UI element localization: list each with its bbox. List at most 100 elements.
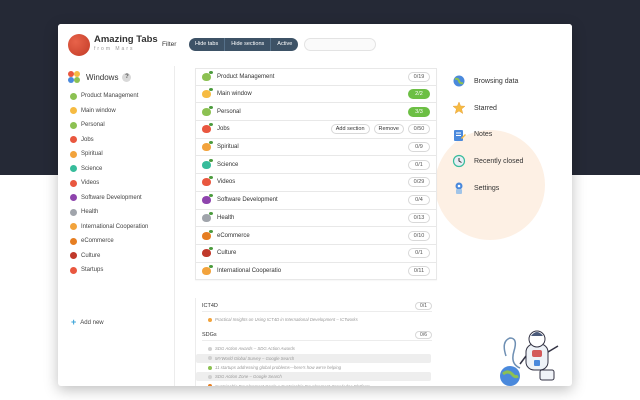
window-color-icon xyxy=(70,136,77,144)
window-fruit-icon xyxy=(202,105,213,116)
tab-count-badge: 0/1 xyxy=(408,248,430,259)
window-fruit-icon xyxy=(202,211,213,222)
window-row[interactable]: Personal 3/3 xyxy=(195,103,437,122)
tab-item[interactable]: MYWorld Global Survey – Google Search xyxy=(196,353,431,363)
menu-settings[interactable]: Settings xyxy=(452,175,562,202)
tab-count-badge: 0/50 xyxy=(408,124,430,135)
hide-tabs-button[interactable]: Hide tabs xyxy=(189,38,226,51)
help-icon[interactable]: ? xyxy=(122,72,132,82)
sidebar-item[interactable]: Videos xyxy=(70,176,148,191)
window-fruit-icon xyxy=(202,158,213,169)
tab-count-badge: 0/29 xyxy=(408,177,430,188)
sidebar-item[interactable]: Main window xyxy=(70,104,148,119)
sidebar-item[interactable]: Software Development xyxy=(70,191,148,206)
window-list-panel: Product Management 0/19 Main window 2/2 Pers… xyxy=(195,68,437,386)
menu-notes[interactable]: Notes xyxy=(452,121,562,148)
tab-count-badge: 0/9 xyxy=(408,142,430,153)
menu-label: Recently closed xyxy=(474,157,524,165)
tab-title: Practical Insights on Using ICT4D in Int… xyxy=(215,317,358,323)
menu-label: Notes xyxy=(474,131,493,139)
search-input[interactable] xyxy=(304,38,376,51)
expanded-sections: ICT4D 0/1 Practical Insights on Using ICT4… xyxy=(195,298,437,386)
hide-sections-button[interactable]: Hide sections xyxy=(225,38,272,51)
window-color-icon xyxy=(70,92,77,100)
sidebar-item-label: Product Management xyxy=(81,93,139,100)
tab-title: SDG Action Awards – SDG Action Awards xyxy=(215,346,295,352)
favicon-icon xyxy=(208,374,212,379)
sidebar-item[interactable]: Science xyxy=(70,162,148,177)
window-fruit-icon xyxy=(202,70,213,81)
sidebar-item[interactable]: Personal xyxy=(70,118,148,133)
sidebar-item-label: International Cooperation xyxy=(81,223,149,230)
active-filter-button[interactable]: Active xyxy=(271,38,298,51)
sidebar: Windows ? Product Management Main window P… xyxy=(58,66,175,386)
window-row-label: Jobs xyxy=(217,126,230,133)
sidebar-item[interactable]: eCommerce xyxy=(70,234,148,249)
tab-title: MYWorld Global Survey – Google Search xyxy=(215,355,295,361)
sidebar-item-label: Health xyxy=(81,209,99,216)
favicon-icon xyxy=(208,317,212,322)
app-window: Amazing Tabs from Mars Filter Hide tabs … xyxy=(58,24,572,386)
window-fruit-icon xyxy=(202,141,213,152)
window-row[interactable]: Software Development 0/4 xyxy=(195,191,437,210)
menu-browsing-data[interactable]: Browsing data xyxy=(452,68,562,95)
astronaut-illustration xyxy=(500,330,559,386)
header: Amazing Tabs from Mars Filter Hide tabs … xyxy=(58,24,572,66)
window-row[interactable]: eCommerce 0/10 xyxy=(195,227,437,245)
tab-item[interactable]: SDG Action Zone – Google Search xyxy=(196,372,431,382)
sidebar-item-label: Startups xyxy=(81,267,104,274)
window-fruit-icon xyxy=(202,176,213,187)
tab-title: SDG Action Zone – Google Search xyxy=(215,374,282,380)
window-row-label: Science xyxy=(217,161,239,168)
tab-count-badge: 0/13 xyxy=(408,212,430,223)
favicon-icon xyxy=(208,384,212,386)
sidebar-item[interactable]: Product Management xyxy=(70,89,148,104)
sidebar-item[interactable]: Startups xyxy=(70,263,148,278)
window-row-label: Culture xyxy=(217,250,237,257)
add-section-button[interactable]: Add section xyxy=(330,124,370,135)
sidebar-item-label: Personal xyxy=(81,122,105,129)
window-row[interactable]: Main window 2/2 xyxy=(195,85,437,104)
section-header[interactable]: SDGs 0/6 xyxy=(202,329,432,342)
window-row[interactable]: Science 0/1 xyxy=(195,156,437,175)
menu-label: Browsing data xyxy=(474,77,519,85)
window-row[interactable]: Health 0/13 xyxy=(195,209,437,228)
section-header[interactable]: ICT4D 0/1 xyxy=(202,300,432,312)
sidebar-item-label: Jobs xyxy=(81,136,94,143)
notes-icon xyxy=(454,129,466,141)
tab-count-badge: 2/2 xyxy=(408,89,430,100)
window-row[interactable]: Videos 0/29 xyxy=(195,174,437,192)
mars-logo-icon xyxy=(68,34,90,56)
tab-count-badge: 0/10 xyxy=(408,230,430,241)
window-row[interactable]: Spiritual 0/9 xyxy=(195,138,437,157)
menu-label: Starred xyxy=(474,104,497,112)
section-label: ICT4D xyxy=(202,302,218,309)
window-row[interactable]: Jobs Add section Remove 0/50 xyxy=(195,121,437,139)
tab-item[interactable]: 11 startups addressing global problems—h… xyxy=(196,363,431,372)
menu-starred[interactable]: Starred xyxy=(452,95,562,122)
windows-title: Windows xyxy=(86,72,119,82)
tab-item[interactable]: Practical Insights on Using ICT4D in Int… xyxy=(196,315,431,324)
favicon-icon xyxy=(208,356,212,361)
window-row[interactable]: Culture 0/1 xyxy=(195,244,437,263)
sidebar-item-label: Software Development xyxy=(81,194,142,201)
window-color-icon xyxy=(70,223,77,231)
remove-button[interactable]: Remove xyxy=(373,124,404,135)
sidebar-item-label: Main window xyxy=(81,107,116,114)
add-new-button[interactable]: + Add new xyxy=(71,318,104,327)
tab-item[interactable]: Sustainable Development Goals :: Sustain… xyxy=(196,381,431,386)
sidebar-item[interactable]: Culture xyxy=(70,249,148,264)
tab-count-badge: 0/19 xyxy=(408,71,430,82)
window-row-label: Videos xyxy=(217,179,236,186)
tab-item[interactable]: SDG Action Awards – SDG Action Awards xyxy=(196,344,431,353)
sidebar-item[interactable]: Spiritual xyxy=(70,147,148,162)
sidebar-item[interactable]: International Cooperation xyxy=(70,220,148,235)
window-row-label: International Cooperatio xyxy=(217,267,282,274)
menu-recently-closed[interactable]: Recently closed xyxy=(452,148,562,175)
sidebar-item[interactable]: Health xyxy=(70,205,148,220)
add-new-label: Add new xyxy=(80,319,104,326)
window-row-label: Main window xyxy=(217,91,252,98)
sidebar-item[interactable]: Jobs xyxy=(70,133,148,148)
window-row[interactable]: International Cooperatio 0/11 xyxy=(195,262,437,281)
window-row[interactable]: Product Management 0/19 xyxy=(195,68,437,86)
